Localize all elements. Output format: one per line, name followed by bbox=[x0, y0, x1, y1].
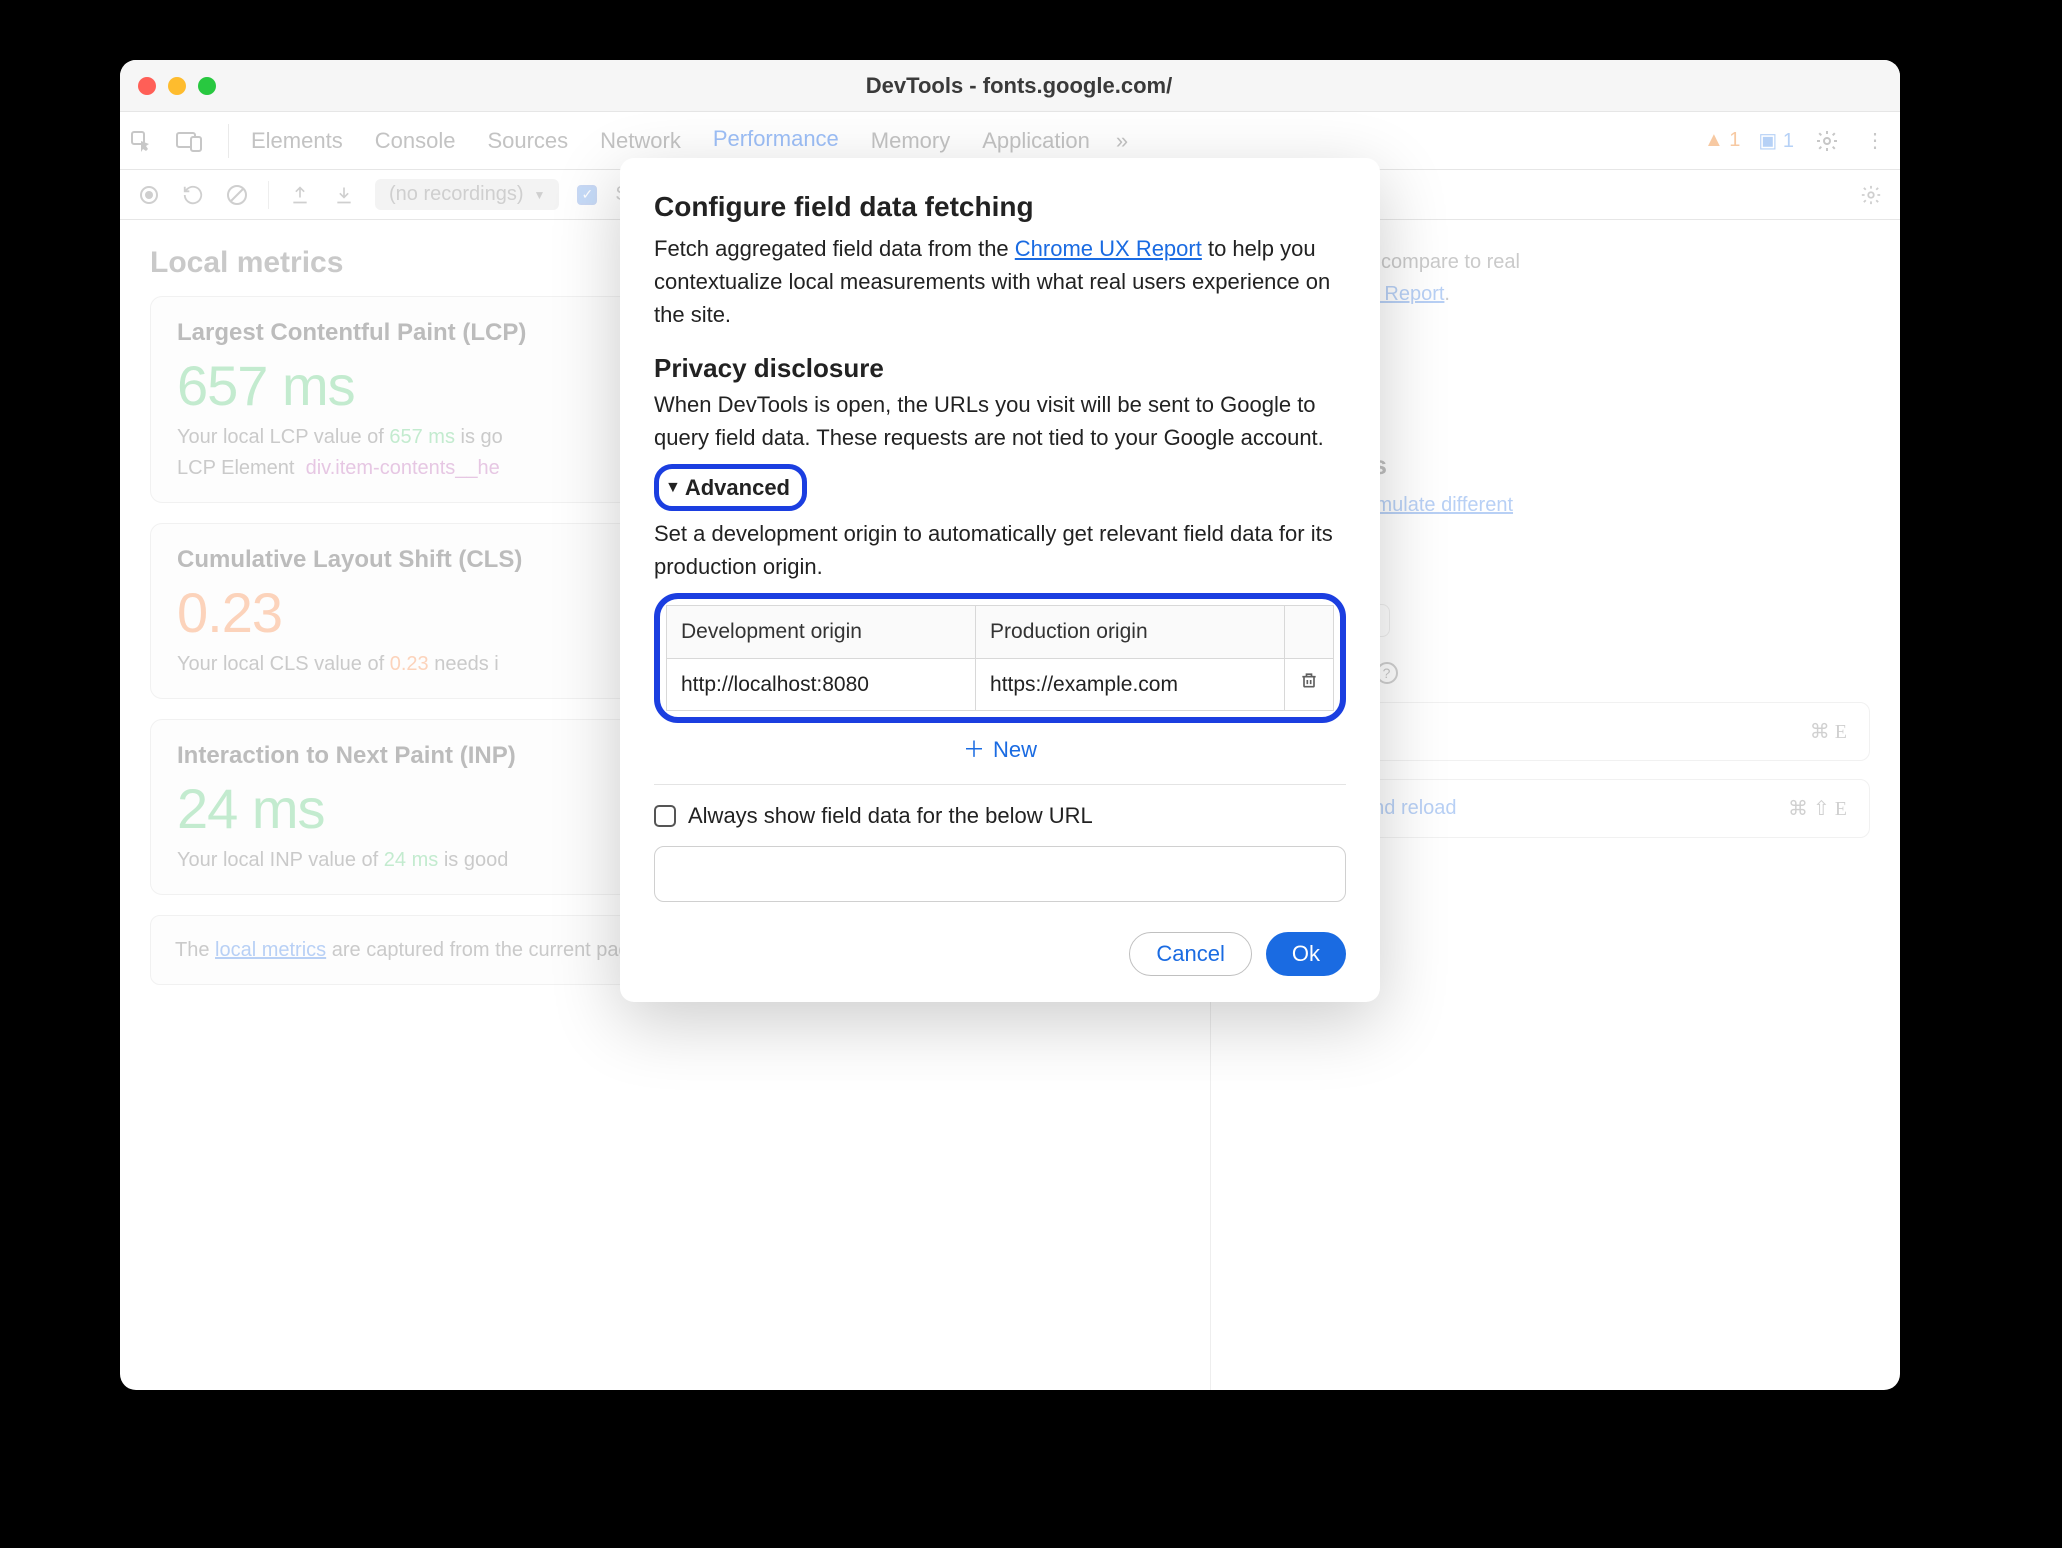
shortcut-1: ⌘ E bbox=[1810, 719, 1847, 744]
always-show-checkbox[interactable] bbox=[654, 805, 676, 827]
local-metrics-link[interactable]: local metrics bbox=[215, 939, 326, 961]
clear-icon[interactable] bbox=[224, 182, 250, 208]
tab-elements[interactable]: Elements bbox=[235, 112, 359, 170]
privacy-body: When DevTools is open, the URLs you visi… bbox=[654, 388, 1346, 454]
shortcut-2: ⌘ ⇧ E bbox=[1788, 796, 1847, 821]
cancel-button[interactable]: Cancel bbox=[1129, 932, 1251, 976]
chevron-down-icon: ▼ bbox=[665, 476, 681, 500]
gear-icon[interactable] bbox=[1812, 126, 1842, 156]
messages-badge[interactable]: ▣ 1 bbox=[1758, 128, 1794, 153]
origin-mapping-table: Development origin Production origin htt… bbox=[666, 605, 1334, 711]
always-show-row: Always show field data for the below URL bbox=[654, 799, 1346, 832]
window-title: DevTools - fonts.google.com/ bbox=[216, 73, 1822, 99]
advanced-toggle[interactable]: ▼ Advanced bbox=[654, 464, 807, 511]
download-icon[interactable] bbox=[331, 182, 357, 208]
upload-icon[interactable] bbox=[287, 182, 313, 208]
crux-link-dialog[interactable]: Chrome UX Report bbox=[1015, 236, 1202, 261]
dialog-intro: Fetch aggregated field data from the Chr… bbox=[654, 232, 1346, 331]
simulate-link[interactable]: simulate different bbox=[1361, 494, 1513, 516]
cell-dev-origin[interactable]: http://localhost:8080 bbox=[667, 658, 976, 711]
inspect-icon[interactable] bbox=[126, 126, 156, 156]
th-prod-origin: Production origin bbox=[976, 606, 1285, 659]
cell-prod-origin[interactable]: https://example.com bbox=[976, 658, 1285, 711]
dialog-title: Configure field data fetching bbox=[654, 186, 1346, 228]
recordings-dropdown[interactable]: (no recordings) ▼ bbox=[375, 179, 559, 210]
zoom-icon[interactable] bbox=[198, 77, 216, 95]
screenshots-checkbox[interactable]: ✓ bbox=[577, 185, 597, 205]
device-toolbar-icon[interactable] bbox=[174, 126, 204, 156]
tab-sources[interactable]: Sources bbox=[471, 112, 584, 170]
traffic-lights bbox=[138, 77, 216, 95]
th-dev-origin: Development origin bbox=[667, 606, 976, 659]
delete-row-button[interactable] bbox=[1285, 658, 1334, 711]
minimize-icon[interactable] bbox=[168, 77, 186, 95]
tab-console[interactable]: Console bbox=[359, 112, 472, 170]
privacy-heading: Privacy disclosure bbox=[654, 349, 1346, 388]
warning-badge[interactable]: ▲ 1 bbox=[1704, 129, 1740, 152]
origin-table-highlight: Development origin Production origin htt… bbox=[654, 593, 1346, 723]
url-input[interactable] bbox=[654, 846, 1346, 902]
plus-icon: ＋ bbox=[963, 733, 985, 766]
always-show-label: Always show field data for the below URL bbox=[688, 799, 1093, 832]
reload-icon[interactable] bbox=[180, 182, 206, 208]
devtools-window: DevTools - fonts.google.com/ Elements Co… bbox=[120, 60, 1900, 1390]
record-icon[interactable] bbox=[136, 182, 162, 208]
configure-field-data-dialog: Configure field data fetching Fetch aggr… bbox=[620, 158, 1380, 1002]
lcp-element-selector[interactable]: div.item-contents__he bbox=[306, 457, 500, 479]
add-row-button[interactable]: ＋ New bbox=[654, 733, 1346, 766]
dialog-buttons: Cancel Ok bbox=[654, 932, 1346, 976]
more-icon[interactable]: ⋮ bbox=[1860, 126, 1890, 156]
ok-button[interactable]: Ok bbox=[1266, 932, 1346, 976]
table-row: http://localhost:8080 https://example.co… bbox=[667, 658, 1334, 711]
titlebar: DevTools - fonts.google.com/ bbox=[120, 60, 1900, 112]
advanced-desc: Set a development origin to automaticall… bbox=[654, 517, 1346, 583]
divider bbox=[654, 784, 1346, 785]
close-icon[interactable] bbox=[138, 77, 156, 95]
th-actions bbox=[1285, 606, 1334, 659]
perf-settings-icon[interactable] bbox=[1858, 182, 1884, 208]
